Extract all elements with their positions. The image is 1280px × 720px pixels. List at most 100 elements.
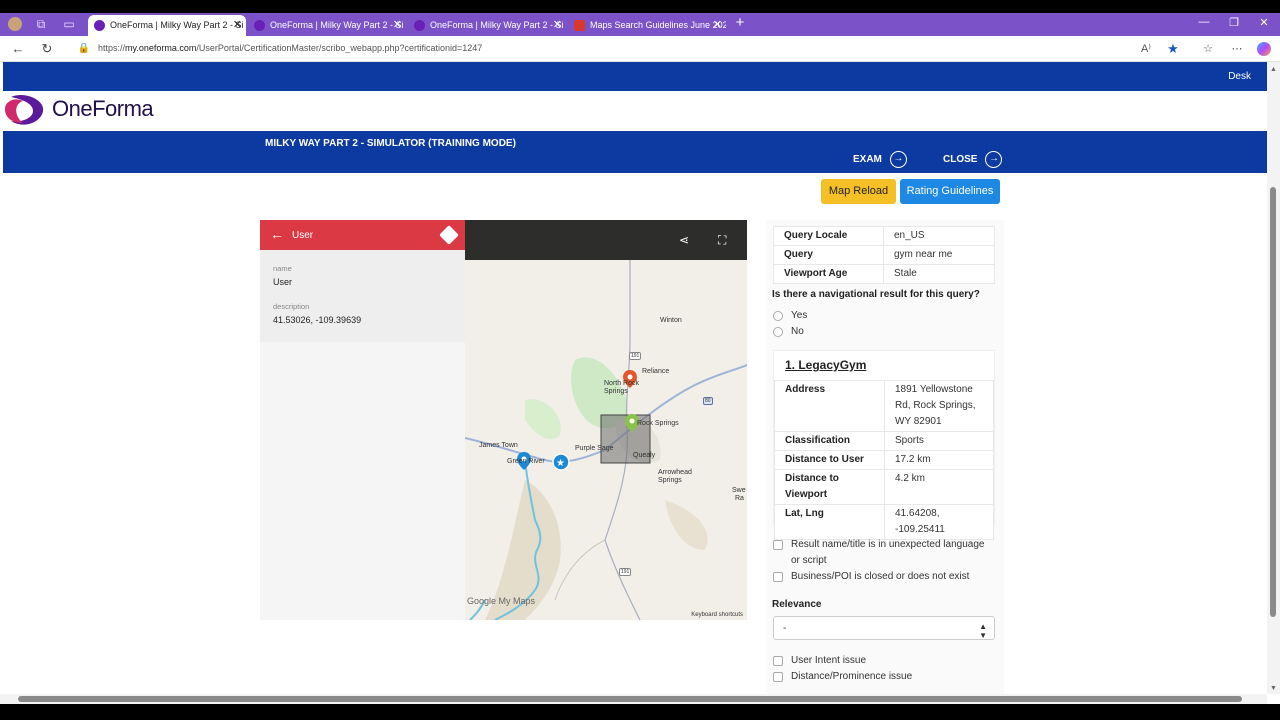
url-path: /UserPortal/CertificationMaster/scribo_w…	[196, 43, 483, 53]
oneforma-favicon	[414, 20, 425, 31]
map-side-panel: ← User name User description 41.53026, -…	[260, 220, 465, 620]
query-locale-value: en_US	[883, 226, 995, 246]
vertical-scrollbar[interactable]: ▲ ▼	[1267, 62, 1280, 694]
description-value: 41.53026, -109.39639	[273, 315, 362, 325]
map-widget: ← User name User description 41.53026, -…	[260, 220, 747, 620]
nav-yes-radio[interactable]: Yes	[773, 310, 807, 321]
radio-circle[interactable]	[773, 310, 783, 321]
radio-circle[interactable]	[773, 326, 783, 337]
task-title: MILKY WAY PART 2 - SIMULATOR (TRAINING M…	[265, 138, 516, 149]
viewport-age-key: Viewport Age	[773, 264, 884, 284]
favorite-star-icon[interactable]: ★	[1165, 41, 1181, 57]
share-icon[interactable]: ⋖	[679, 233, 689, 247]
minimize-icon[interactable]: —	[1196, 16, 1212, 28]
map-label: Purple Sage	[575, 445, 614, 452]
desk-link[interactable]: Desk	[1228, 71, 1251, 82]
url-host: my.oneforma.com	[125, 43, 197, 53]
directions-icon[interactable]	[439, 225, 459, 245]
logo-wordmark: OneForma	[52, 96, 154, 121]
table-row: Distance to User 17.2 km	[774, 450, 994, 470]
user-intent-checkbox[interactable]: User Intent issue	[773, 653, 866, 669]
viewport-age-value: Stale	[883, 264, 995, 284]
map-label: Green River	[507, 458, 545, 465]
profile-avatar[interactable]	[8, 17, 22, 31]
closed-business-checkbox[interactable]: Business/POI is closed or does not exist	[773, 569, 988, 585]
new-tab-button[interactable]: +	[732, 14, 748, 31]
tab-3[interactable]: OneForma | Milky Way Part 2 - Si ✕	[408, 15, 566, 36]
more-menu-icon[interactable]: ⋯	[1229, 41, 1245, 57]
oneforma-logo-icon	[5, 94, 44, 125]
back-arrow-icon[interactable]: ←	[270, 226, 284, 242]
close-tab-icon[interactable]: ✕	[393, 18, 402, 31]
keyboard-shortcuts-link[interactable]: Keyboard shortcuts	[691, 612, 743, 618]
oneforma-favicon	[94, 20, 105, 31]
table-row: Query Locale en_US	[773, 226, 995, 246]
oneforma-logo[interactable]: OneForma	[3, 93, 173, 127]
url-field[interactable]: https://my.oneforma.com/UserPortal/Certi…	[98, 43, 482, 53]
unexpected-language-checkbox[interactable]: Result name/title is in unexpected langu…	[773, 537, 988, 569]
result-title[interactable]: 1. LegacyGym	[785, 358, 866, 372]
tab-1[interactable]: OneForma | Milky Way Part 2 - Si ✕	[88, 15, 246, 36]
back-icon[interactable]: ←	[10, 41, 26, 57]
lock-icon[interactable]: 🔒	[76, 41, 92, 57]
table-row: Classification Sports	[774, 431, 994, 451]
result-card: 1. LegacyGym Address 1891 Yellowstone Rd,…	[773, 350, 995, 540]
checkbox-box[interactable]	[773, 540, 783, 550]
copilot-icon[interactable]	[1257, 42, 1271, 56]
map-label: James Town	[479, 442, 518, 449]
restore-icon[interactable]: ❐	[1226, 16, 1242, 29]
horizontal-scrollbar[interactable]	[0, 694, 1267, 704]
refresh-icon[interactable]: ↻	[39, 41, 55, 57]
map-reload-button[interactable]: Map Reload	[821, 179, 896, 204]
tab-2[interactable]: OneForma | Milky Way Part 2 - Si ✕	[248, 15, 406, 36]
scroll-thumb[interactable]	[18, 696, 1242, 702]
workspaces-icon[interactable]: ⧉	[34, 17, 48, 31]
rating-panel: Query Locale en_US Query gym near me Viewp…	[766, 220, 1004, 694]
classification-value: Sports	[884, 431, 994, 451]
relevance-select[interactable]: - ▲ ▼	[773, 616, 995, 640]
map-panel-title: User	[292, 230, 314, 241]
checkbox-box[interactable]	[773, 672, 783, 682]
site-top-bar: Desk	[3, 62, 1267, 91]
tab-actions-icon[interactable]: ▭	[62, 17, 76, 31]
close-window-icon[interactable]: ✕	[1256, 16, 1272, 29]
rating-guidelines-button[interactable]: Rating Guidelines	[900, 179, 1000, 204]
close-button[interactable]: CLOSE →	[943, 151, 1003, 168]
table-row: Address 1891 Yellowstone Rd, Rock Springs…	[774, 380, 994, 432]
distance-prominence-checkbox[interactable]: Distance/Prominence issue	[773, 669, 912, 685]
address-value: 1891 Yellowstone Rd, Rock Springs, WY 82…	[884, 380, 994, 432]
google-my-maps-logo: Google My Maps	[467, 596, 536, 606]
checkbox-box[interactable]	[773, 656, 783, 666]
tab-title: OneForma | Milky Way Part 2 - Si	[110, 20, 244, 30]
browser-window: ⧉ ▭ OneForma | Milky Way Part 2 - Si ✕ O…	[0, 0, 1280, 720]
checkbox-box[interactable]	[773, 572, 783, 582]
scroll-down-icon[interactable]: ▼	[1270, 685, 1277, 692]
map-label: Rock Springs	[637, 420, 679, 427]
fullscreen-icon[interactable]: ⛶	[718, 233, 726, 248]
scroll-up-icon[interactable]: ▲	[1270, 66, 1277, 73]
highway-shield: 191	[629, 352, 642, 360]
close-tab-icon[interactable]: ✕	[713, 18, 722, 31]
table-row: Lat, Lng 41.64208, -109.25411	[774, 504, 994, 540]
oneforma-favicon	[254, 20, 265, 31]
exam-label: EXAM	[853, 154, 882, 165]
map-canvas[interactable]: ★ ⋖ ⛶ Winton Reliance North Rock Springs…	[465, 220, 747, 620]
tab-4[interactable]: Maps Search Guidelines June 202 ✕	[568, 15, 726, 36]
name-label: name	[273, 264, 292, 273]
url-scheme: https://	[98, 43, 126, 53]
favorites-icon[interactable]: ☆	[1200, 41, 1216, 57]
checkbox-label: Distance/Prominence issue	[791, 671, 913, 682]
close-tab-icon[interactable]: ✕	[553, 18, 562, 31]
checkbox-label: User Intent issue	[791, 655, 867, 666]
page-viewport: Desk OneForma MILKY WAY PART 2 - SIMULAT…	[3, 62, 1267, 694]
tab-title: Maps Search Guidelines June 202	[590, 20, 726, 30]
exam-button[interactable]: EXAM →	[853, 151, 907, 168]
map-label: Ra	[735, 495, 744, 502]
close-tab-icon[interactable]: ✕	[233, 18, 242, 31]
query-info-table: Query Locale en_US Query gym near me Viewp…	[773, 226, 995, 284]
description-label: description	[273, 302, 310, 311]
checkbox-label: Business/POI is closed or does not exist	[791, 571, 970, 582]
read-aloud-icon[interactable]: A⁾	[1138, 41, 1154, 57]
nav-no-radio[interactable]: No	[773, 326, 804, 337]
scroll-thumb[interactable]	[1270, 187, 1276, 617]
